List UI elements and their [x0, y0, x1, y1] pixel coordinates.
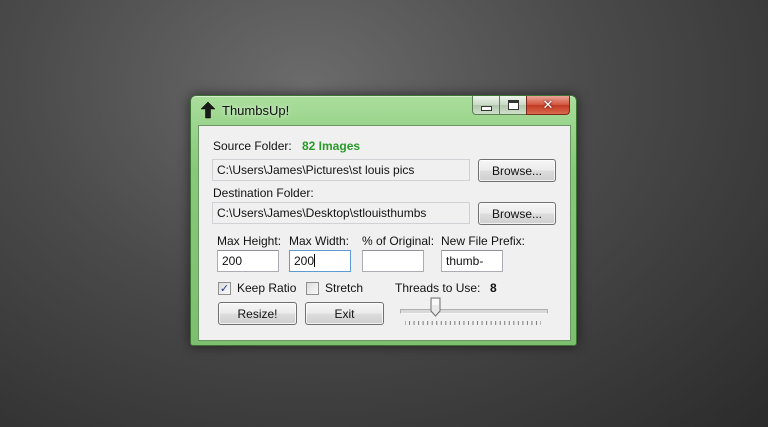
exit-button[interactable]: Exit [305, 302, 384, 325]
image-count: 82 Images [302, 139, 361, 153]
source-folder-field[interactable]: C:\Users\James\Pictures\st louis pics [212, 159, 470, 181]
client-area: Source Folder: 82 Images C:\Users\James\… [198, 125, 571, 341]
threads-slider-thumb[interactable] [430, 297, 441, 317]
source-browse-button[interactable]: Browse... [478, 159, 556, 182]
text-caret [314, 254, 316, 267]
maximize-icon [507, 100, 519, 110]
close-icon: ✕ [542, 97, 554, 113]
resize-button-label: Resize! [237, 306, 278, 321]
up-arrow-icon [200, 101, 216, 119]
threads-label: Threads to Use: [395, 281, 481, 295]
minimize-button[interactable] [472, 96, 499, 115]
new-file-prefix-input[interactable]: thumb- [441, 250, 503, 272]
max-width-value: 200 [294, 254, 315, 268]
destination-folder-field[interactable]: C:\Users\James\Desktop\stlouisthumbs [212, 202, 470, 224]
max-height-label: Max Height: [217, 234, 282, 248]
destination-folder-label: Destination Folder: [213, 186, 314, 200]
caption-buttons: ✕ [472, 96, 570, 116]
percent-of-original-input[interactable] [362, 250, 424, 272]
check-icon: ✓ [219, 282, 230, 295]
max-width-label: Max Width: [289, 234, 350, 248]
keep-ratio-checkbox[interactable]: ✓ [218, 282, 231, 295]
stretch-checkbox[interactable] [306, 282, 319, 295]
new-file-prefix-value: thumb- [446, 254, 484, 268]
threads-value: 8 [490, 281, 497, 295]
keep-ratio-label[interactable]: Keep Ratio [237, 281, 296, 295]
max-height-input[interactable]: 200 [217, 250, 279, 272]
close-button[interactable]: ✕ [526, 96, 570, 115]
max-width-input[interactable]: 200 [289, 250, 351, 272]
resize-button[interactable]: Resize! [218, 302, 297, 325]
maximize-button[interactable] [499, 96, 526, 115]
destination-browse-button[interactable]: Browse... [478, 202, 556, 225]
minimize-icon [480, 105, 492, 111]
threads-slider-ticks [405, 321, 541, 325]
percent-of-original-label: % of Original: [362, 234, 435, 248]
threads-slider-track[interactable] [400, 309, 548, 314]
window-title: ThumbsUp! [222, 103, 290, 118]
thumbsup-window: ThumbsUp! ✕ Source Folder: 82 Images C:\… [190, 95, 577, 346]
title-bar[interactable]: ThumbsUp! ✕ [191, 96, 576, 124]
exit-button-label: Exit [334, 306, 355, 321]
max-height-value: 200 [222, 254, 243, 268]
stretch-label[interactable]: Stretch [325, 281, 363, 295]
source-folder-label: Source Folder: [213, 139, 292, 153]
new-file-prefix-label: New File Prefix: [441, 234, 526, 248]
